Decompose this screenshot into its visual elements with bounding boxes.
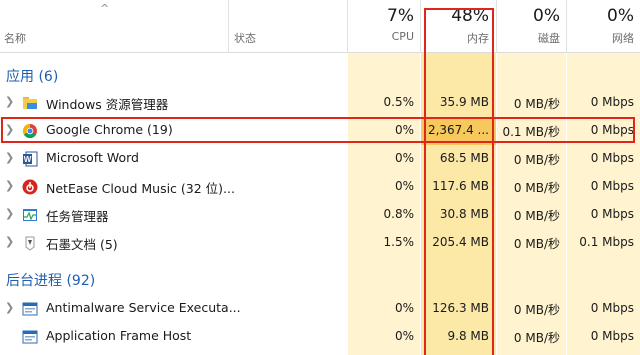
expand-chevron-icon[interactable]: ❯ xyxy=(5,151,14,164)
cpu-value: 0.5% xyxy=(383,95,415,109)
disk-percent[interactable]: 0% xyxy=(533,6,560,26)
cpu-value: 0% xyxy=(394,329,414,343)
network-value: 0 Mbps xyxy=(590,207,634,221)
network-value: 0 Mbps xyxy=(590,95,634,109)
disk-value: 0 MB/秒 xyxy=(513,209,560,223)
disk-value: 0 MB/秒 xyxy=(513,237,560,251)
process-name: Application Frame Host xyxy=(46,328,192,343)
expand-chevron-icon[interactable]: ❯ xyxy=(5,235,14,248)
disk-value: 0 MB/秒 xyxy=(513,153,560,167)
netease-music-icon xyxy=(22,179,38,195)
network-value: 0 Mbps xyxy=(590,151,634,165)
service-icon xyxy=(22,302,38,316)
task-manager-icon xyxy=(23,209,37,221)
disk-value: 0 MB/秒 xyxy=(513,181,560,195)
sort-arrow-icon[interactable]: ^ xyxy=(100,2,109,15)
expand-chevron-icon[interactable]: ❯ xyxy=(5,95,14,108)
process-row[interactable]: ❯ 任务管理器 0.8% 30.8 MB 0 MB/秒 0 Mbps xyxy=(0,201,640,229)
process-name: 石墨文档 (5) xyxy=(46,237,118,252)
cpu-value: 1.5% xyxy=(383,235,415,249)
process-name: NetEase Cloud Music (32 位)... xyxy=(46,181,235,196)
process-name: Microsoft Word xyxy=(46,150,139,165)
network-percent[interactable]: 0% xyxy=(607,6,634,26)
process-row[interactable]: ❯ 石墨文档 (5) 1.5% 205.4 MB 0 MB/秒 0.1 Mbps xyxy=(0,229,640,257)
process-row[interactable]: ❯ W Microsoft Word 0% 68.5 MB 0 MB/秒 0 M… xyxy=(0,145,640,173)
expand-chevron-icon[interactable]: ❯ xyxy=(5,179,14,192)
memory-column-highlight-box xyxy=(424,8,494,355)
chrome-row-highlight-box xyxy=(1,117,635,143)
header-status[interactable]: 状态 xyxy=(234,30,256,46)
network-value: 0 Mbps xyxy=(590,301,634,315)
column-divider[interactable] xyxy=(347,0,348,52)
header-cpu[interactable]: CPU xyxy=(392,30,414,43)
header-network[interactable]: 网络 xyxy=(612,30,634,46)
cpu-value: 0% xyxy=(394,301,414,315)
process-row[interactable]: ❯ Antimalware Service Executa... 0% 126.… xyxy=(0,295,640,323)
column-divider[interactable] xyxy=(228,0,229,52)
process-name: Windows 资源管理器 xyxy=(46,97,169,112)
word-icon: W xyxy=(23,151,38,167)
svg-text:W: W xyxy=(24,155,32,164)
column-divider[interactable] xyxy=(420,0,421,52)
group-title-background[interactable]: 后台进程 (92) xyxy=(6,270,95,290)
column-divider[interactable] xyxy=(566,0,567,52)
process-row[interactable]: ❯ NetEase Cloud Music (32 位)... 0% 117.6… xyxy=(0,173,640,201)
process-name: 任务管理器 xyxy=(46,209,109,224)
column-divider[interactable] xyxy=(496,0,497,52)
cpu-value: 0.8% xyxy=(383,207,415,221)
network-value: 0 Mbps xyxy=(590,179,634,193)
shimo-icon xyxy=(25,236,35,251)
disk-value: 0 MB/秒 xyxy=(513,331,560,345)
process-row[interactable]: ❯ Application Frame Host 0% 9.8 MB 0 MB/… xyxy=(0,323,640,351)
cpu-value: 0% xyxy=(394,179,414,193)
cpu-value: 0% xyxy=(394,151,414,165)
expand-chevron-icon[interactable]: ❯ xyxy=(5,207,14,220)
header-disk[interactable]: 磁盘 xyxy=(538,30,560,46)
expand-chevron-icon[interactable]: ❯ xyxy=(5,301,14,314)
process-name: Antimalware Service Executa... xyxy=(46,300,241,315)
process-row[interactable]: ❯ Windows 资源管理器 0.5% 35.9 MB 0 MB/秒 0 Mb… xyxy=(0,89,640,117)
disk-value: 0 MB/秒 xyxy=(513,97,560,111)
network-value: 0 Mbps xyxy=(590,329,634,343)
cpu-percent[interactable]: 7% xyxy=(387,6,414,26)
header-name[interactable]: 名称 xyxy=(4,30,26,46)
group-title-apps[interactable]: 应用 (6) xyxy=(6,66,58,86)
service-icon xyxy=(22,330,38,344)
network-value: 0.1 Mbps xyxy=(579,235,634,249)
disk-value: 0 MB/秒 xyxy=(513,303,560,317)
folder-icon xyxy=(23,97,37,109)
